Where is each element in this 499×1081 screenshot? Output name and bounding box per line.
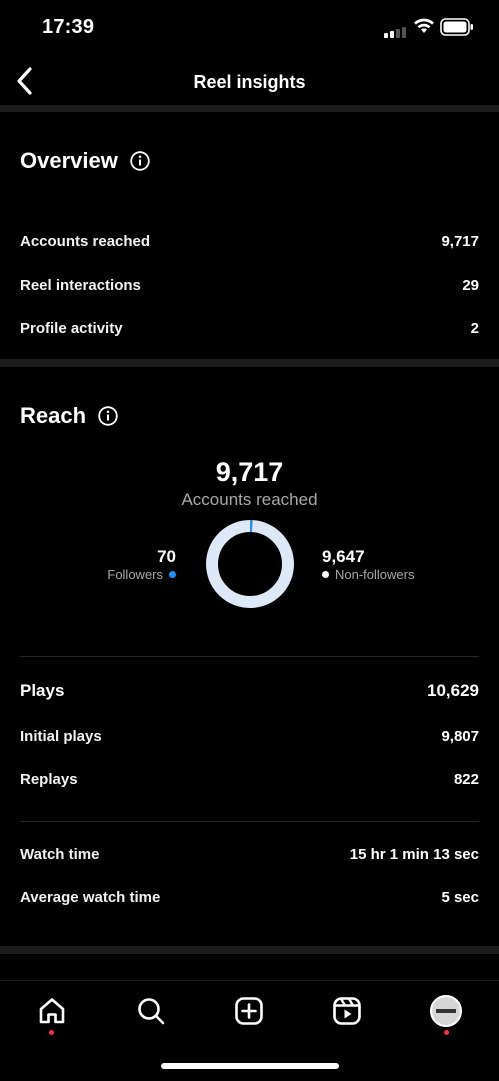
row-value: 5 sec: [441, 889, 479, 906]
row-value: 9,807: [441, 728, 479, 745]
status-time: 17:39: [42, 16, 95, 38]
row-label: Watch time: [20, 846, 100, 863]
overview-title: Overview: [20, 148, 118, 173]
reels-icon: [333, 997, 361, 1025]
tab-search[interactable]: [131, 991, 171, 1031]
create-icon: [235, 997, 263, 1025]
row-label: Initial plays: [20, 728, 102, 745]
profile-notification-dot: [444, 1030, 449, 1035]
divider: [20, 656, 479, 657]
page-title: Reel insights: [193, 72, 306, 92]
reach-total: 9,717: [215, 457, 284, 487]
header: Reel insights: [0, 56, 499, 106]
tab-reels[interactable]: [327, 991, 367, 1031]
reach-total-label: Accounts reached: [181, 490, 318, 509]
tab-home[interactable]: [32, 991, 72, 1031]
info-icon[interactable]: [130, 151, 150, 171]
section-divider: [0, 946, 499, 954]
section-divider: [0, 359, 499, 367]
status-bar: 17:39: [0, 0, 499, 56]
followers-legend: Followers: [107, 567, 176, 582]
non-followers-segment: [206, 520, 294, 608]
overview-row-reel-interactions: Reel interactions 29: [20, 277, 479, 294]
overview-row-profile-activity: Profile activity 2: [20, 320, 479, 337]
overview-row-accounts-reached: Accounts reached 9,717: [20, 233, 479, 250]
reach-section-title: Reach: [20, 403, 118, 429]
signal-icon: [384, 27, 406, 38]
search-icon: [138, 998, 165, 1025]
watch-row-watch-time: Watch time 15 hr 1 min 13 sec: [20, 846, 479, 863]
plays-row-initial: Initial plays 9,807: [20, 728, 479, 745]
followers-dot: [169, 571, 176, 578]
watch-row-average: Average watch time 5 sec: [20, 889, 479, 906]
info-icon[interactable]: [98, 406, 118, 426]
row-label: Average watch time: [20, 889, 161, 906]
plays-row-replays: Replays 822: [20, 771, 479, 788]
followers-label: Followers: [107, 567, 163, 582]
tab-create[interactable]: [229, 991, 269, 1031]
non-followers-label: Non-followers: [335, 567, 415, 582]
home-notification-dot: [49, 1030, 54, 1035]
overview-section-title: Overview: [20, 148, 150, 174]
battery-icon: [440, 18, 473, 36]
row-label: Replays: [20, 771, 78, 788]
reach-donut-chart: [206, 520, 294, 608]
row-value: 2: [470, 320, 479, 337]
row-label: Reel interactions: [20, 277, 141, 294]
row-label: Accounts reached: [20, 233, 151, 250]
non-followers-legend: Non-followers: [322, 567, 414, 582]
non-followers-dot: [322, 571, 329, 578]
profile-avatar: [430, 995, 462, 1027]
home-indicator: [161, 1063, 339, 1069]
row-value: 9,717: [441, 233, 479, 250]
plays-value: 10,629: [427, 681, 479, 700]
row-value: 822: [453, 771, 479, 788]
plays-row: Plays 10,629: [20, 681, 479, 701]
plays-title: Plays: [20, 681, 65, 700]
tab-profile[interactable]: [426, 991, 466, 1031]
section-divider: [0, 105, 499, 112]
row-label: Profile activity: [20, 320, 123, 337]
home-icon: [39, 998, 65, 1024]
non-followers-count: 9,647: [322, 547, 365, 566]
row-value: 15 hr 1 min 13 sec: [349, 846, 479, 863]
wifi-icon: [414, 18, 434, 33]
followers-count: 70: [157, 547, 176, 566]
divider: [20, 821, 479, 822]
reach-title: Reach: [20, 403, 87, 428]
row-value: 29: [462, 277, 479, 294]
